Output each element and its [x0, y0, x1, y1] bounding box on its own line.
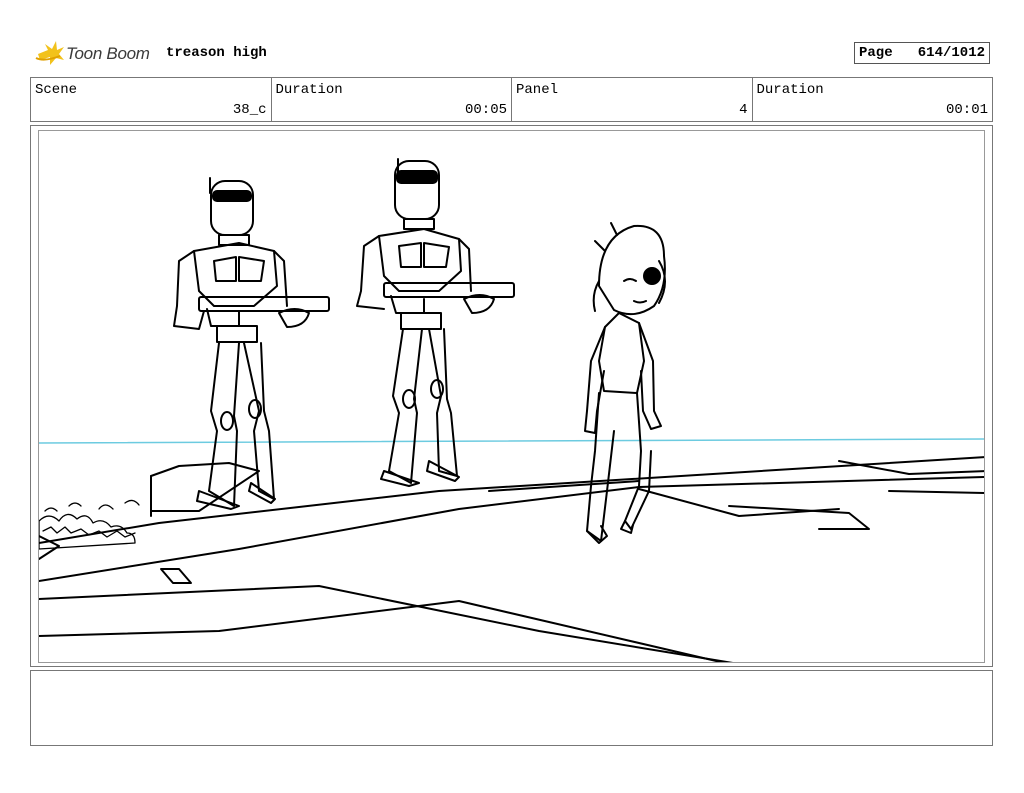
panel-duration-value: 00:01 — [945, 102, 988, 118]
panel-label: Panel — [516, 82, 559, 98]
project-title: treason high — [166, 45, 267, 61]
rooftop-platform — [39, 456, 984, 662]
notes-box — [30, 670, 993, 746]
scene-value: 38_c — [232, 102, 267, 118]
scene-label: Scene — [35, 82, 78, 98]
page-indicator: Page 614/1012 — [854, 42, 990, 64]
storyboard-sketch — [39, 158, 984, 662]
horizon-line — [39, 438, 984, 444]
notes-text — [31, 671, 992, 683]
scene-duration-label: Duration — [275, 82, 343, 98]
panel-duration-cell: Duration 00:01 — [753, 78, 993, 121]
info-row: Scene 38_c Duration 00:05 Panel 4 Durati… — [30, 77, 993, 122]
scene-cell: Scene 38_c — [31, 78, 272, 121]
robot-guard-right — [356, 158, 515, 487]
robot-guard-left — [173, 177, 330, 510]
scene-duration-cell: Duration 00:05 — [272, 78, 512, 121]
bushes — [39, 499, 140, 550]
girl-character — [584, 222, 666, 544]
page-label: Page — [859, 45, 893, 61]
scene-duration-value: 00:05 — [464, 102, 507, 118]
page-value: 614/1012 — [917, 45, 985, 61]
panel-duration-label: Duration — [756, 82, 824, 98]
panel-value: 4 — [739, 102, 748, 118]
panel-cell: Panel 4 — [512, 78, 753, 121]
logo-text: Toon Boom — [66, 44, 150, 63]
panel-drawing — [38, 130, 985, 663]
